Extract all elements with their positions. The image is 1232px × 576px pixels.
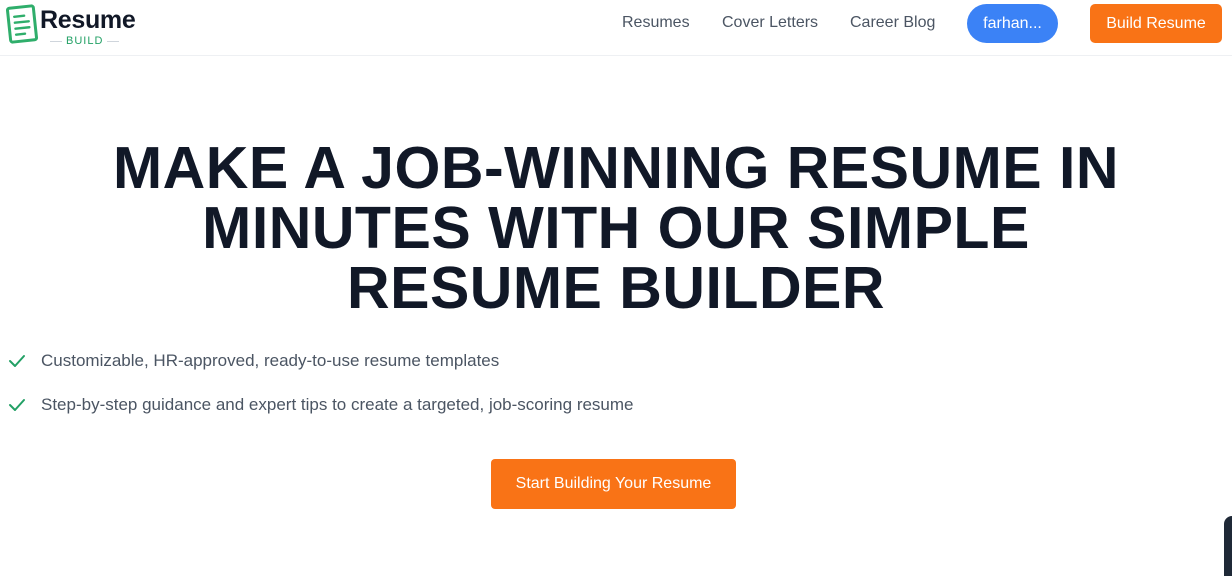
nav-resumes[interactable]: Resumes xyxy=(622,13,690,33)
start-building-label: Start Building Your Resume xyxy=(515,475,712,492)
logo-title: Resume xyxy=(40,6,136,34)
hero-title-line-2: MINUTES WITH OUR SIMPLE xyxy=(202,195,1030,261)
resume-logo-icon xyxy=(6,4,38,44)
floating-widget-edge[interactable] xyxy=(1224,516,1232,576)
user-account-button[interactable]: farhan... xyxy=(967,4,1058,43)
feature-text: Step-by-step guidance and expert tips to… xyxy=(41,395,634,414)
site-header: Resume BUILD Resumes Cover Letters Caree… xyxy=(0,0,1232,56)
build-resume-button[interactable]: Build Resume xyxy=(1090,4,1222,43)
start-building-button[interactable]: Start Building Your Resume xyxy=(491,459,736,509)
logo-link[interactable]: Resume BUILD xyxy=(6,2,156,47)
hero-title-line-3: RESUME BUILDER xyxy=(346,255,886,321)
check-icon xyxy=(9,355,25,367)
logo-subtitle: BUILD xyxy=(49,35,120,47)
feature-text: Customizable, HR-approved, ready-to-use … xyxy=(41,351,500,370)
hero-title: MAKE A JOB-WINNING RESUME IN MINUTES WIT… xyxy=(0,138,1232,318)
check-icon xyxy=(9,399,25,411)
nav-career-blog[interactable]: Career Blog xyxy=(850,13,935,33)
user-name: farhan... xyxy=(983,14,1042,32)
build-resume-label: Build Resume xyxy=(1106,14,1206,32)
hero-title-line-1: MAKE A JOB-WINNING RESUME IN xyxy=(112,135,1120,201)
nav-cover-letters[interactable]: Cover Letters xyxy=(722,13,818,33)
